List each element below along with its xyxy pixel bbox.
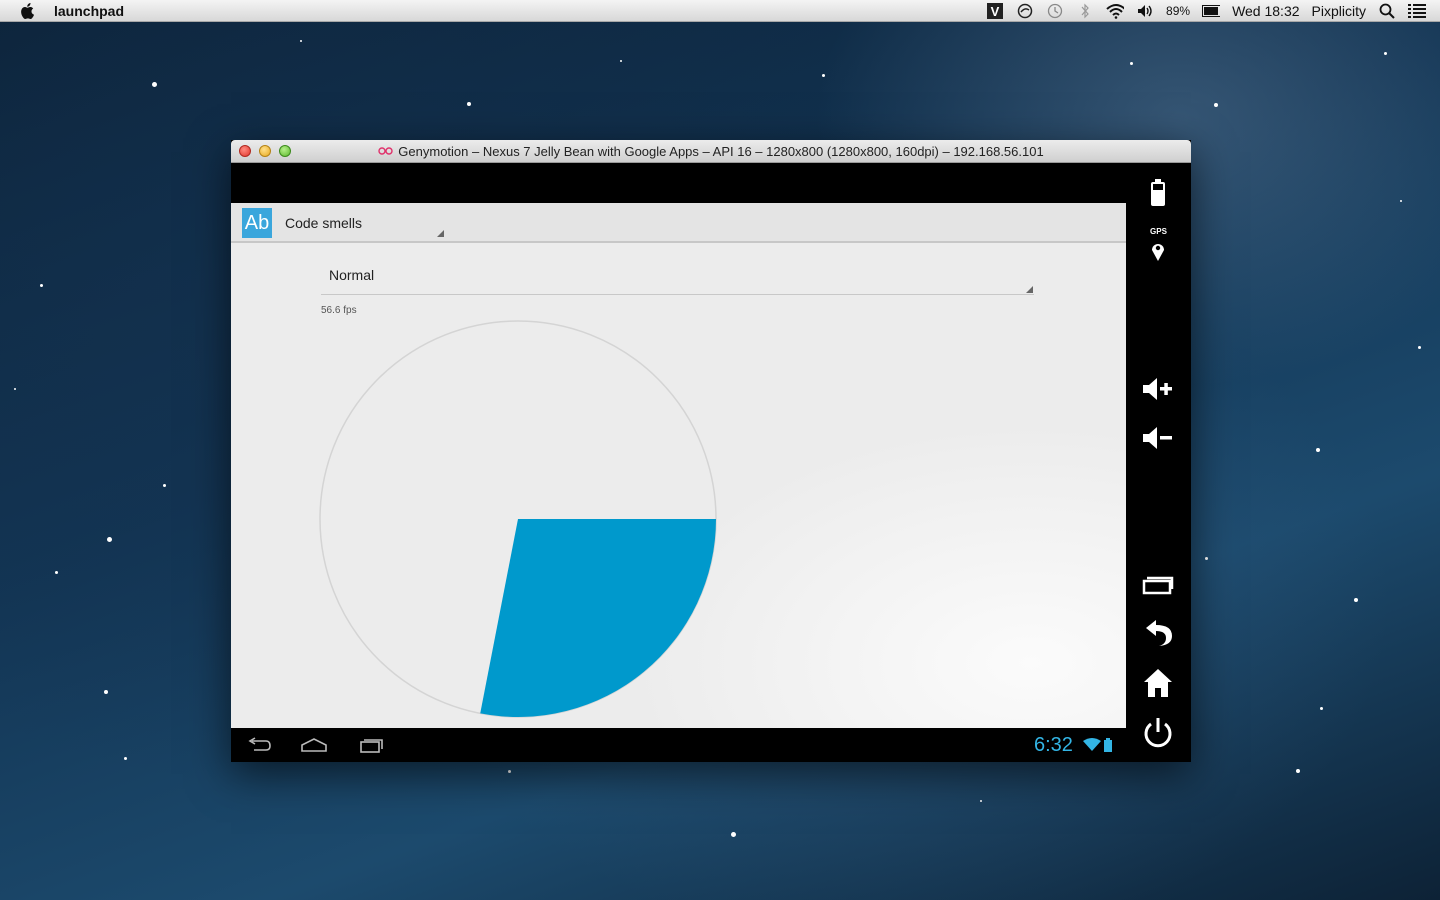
star xyxy=(124,757,127,760)
genymotion-logo-icon xyxy=(378,144,394,159)
volume-up-button[interactable] xyxy=(1140,371,1176,407)
star xyxy=(104,690,108,694)
spinner-arrow-icon[interactable] xyxy=(437,230,444,237)
genymotion-window: Genymotion – Nexus 7 Jelly Bean with Goo… xyxy=(231,140,1191,762)
star xyxy=(152,82,157,87)
mode-spinner[interactable]: Normal xyxy=(329,267,374,283)
app-content: Normal 56.6 fps xyxy=(231,243,1126,728)
star xyxy=(1296,769,1300,773)
star xyxy=(1130,62,1133,65)
window-titlebar[interactable]: Genymotion – Nexus 7 Jelly Bean with Goo… xyxy=(231,140,1191,163)
apple-icon[interactable] xyxy=(18,2,36,20)
star xyxy=(1214,103,1218,107)
action-bar: Ab Code smells xyxy=(231,203,1126,243)
spotlight-icon[interactable] xyxy=(1378,2,1396,20)
recents-button[interactable] xyxy=(1140,567,1176,603)
spinner-arrow-icon[interactable] xyxy=(1026,286,1033,293)
app-menu-name[interactable]: launchpad xyxy=(54,3,124,19)
star xyxy=(1320,707,1323,710)
pie-slice xyxy=(480,519,716,717)
star xyxy=(1384,52,1387,55)
star xyxy=(822,74,825,77)
star xyxy=(1354,598,1358,602)
back-icon[interactable] xyxy=(244,735,274,755)
menu-bar: launchpad V 89% Wed 18:32 Pixplicity xyxy=(0,0,1440,22)
star xyxy=(300,40,302,42)
back-button[interactable] xyxy=(1140,615,1176,651)
star xyxy=(1205,557,1208,560)
zoom-button[interactable] xyxy=(279,145,291,157)
android-screen: Ab Code smells Normal 56.6 fps 6:32 xyxy=(231,163,1126,762)
star xyxy=(1400,200,1402,202)
close-button[interactable] xyxy=(239,145,251,157)
notification-list-icon[interactable] xyxy=(1408,2,1426,20)
star xyxy=(1316,448,1320,452)
sync-icon[interactable] xyxy=(1016,2,1034,20)
battery-icon[interactable] xyxy=(1202,2,1221,20)
star xyxy=(40,284,43,287)
home-button[interactable] xyxy=(1140,665,1176,701)
battery-icon xyxy=(1104,738,1112,757)
time-machine-icon[interactable] xyxy=(1046,2,1064,20)
power-button[interactable] xyxy=(1140,715,1176,751)
star xyxy=(14,388,16,390)
genymotion-sidebar: GPS xyxy=(1126,163,1191,762)
menubar-clock[interactable]: Wed 18:32 xyxy=(1232,3,1299,19)
bluetooth-icon[interactable] xyxy=(1076,2,1094,20)
star xyxy=(467,102,471,106)
fps-counter: 56.6 fps xyxy=(321,305,357,316)
recents-icon[interactable] xyxy=(357,735,387,755)
pie-chart xyxy=(319,320,717,718)
star xyxy=(508,770,511,773)
home-icon[interactable] xyxy=(299,735,329,755)
android-top-bar xyxy=(231,163,1126,203)
navigation-spinner[interactable]: Code smells xyxy=(285,215,362,231)
spinner-underline xyxy=(321,294,1034,295)
window-title: Genymotion – Nexus 7 Jelly Bean with Goo… xyxy=(398,143,1044,159)
star xyxy=(107,537,112,542)
wifi-icon[interactable] xyxy=(1106,2,1125,20)
android-clock: 6:32 xyxy=(1034,734,1073,756)
gps-button[interactable] xyxy=(1140,233,1176,269)
star xyxy=(55,571,58,574)
star xyxy=(980,800,982,802)
svg-text:V: V xyxy=(991,4,1000,19)
star xyxy=(620,60,622,62)
star xyxy=(731,832,736,837)
volume-down-button[interactable] xyxy=(1140,420,1176,456)
battery-percent: 89% xyxy=(1166,4,1191,18)
star xyxy=(1418,346,1421,349)
wifi-icon xyxy=(1083,738,1101,757)
v-icon[interactable]: V xyxy=(986,2,1004,20)
app-icon[interactable]: Ab xyxy=(242,208,272,238)
star xyxy=(163,484,166,487)
battery-button[interactable] xyxy=(1140,175,1176,211)
android-nav-bar: 6:32 xyxy=(231,728,1126,762)
user-name[interactable]: Pixplicity xyxy=(1312,3,1366,19)
volume-icon[interactable] xyxy=(1136,2,1154,20)
minimize-button[interactable] xyxy=(259,145,271,157)
